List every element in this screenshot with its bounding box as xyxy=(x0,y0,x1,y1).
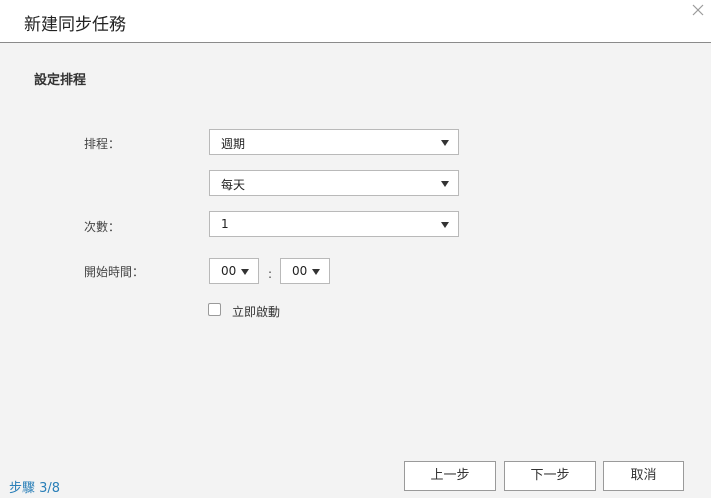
section-title: 設定排程 xyxy=(34,73,87,88)
time-separator: : xyxy=(268,267,273,281)
schedule-select[interactable]: 週期 xyxy=(209,129,459,155)
minute-select-value: 00 xyxy=(292,264,308,278)
cancel-button[interactable]: 取消 xyxy=(603,461,684,491)
schedule-select-value: 週期 xyxy=(221,137,246,151)
close-icon[interactable] xyxy=(691,2,705,16)
dropdown-arrow-icon xyxy=(441,181,449,187)
dropdown-arrow-icon xyxy=(312,269,320,275)
start-time-label: 開始時間： xyxy=(84,265,145,279)
next-button[interactable]: 下一步 xyxy=(504,461,596,491)
dropdown-arrow-icon xyxy=(441,140,449,146)
count-label: 次數： xyxy=(84,220,121,234)
frequency-select[interactable]: 每天 xyxy=(209,170,459,196)
minute-select[interactable]: 00 xyxy=(280,258,330,284)
frequency-select-value: 每天 xyxy=(221,178,246,192)
count-select[interactable]: 1 xyxy=(209,211,459,237)
dropdown-arrow-icon xyxy=(241,269,249,275)
start-now-checkbox[interactable] xyxy=(208,303,221,316)
dropdown-arrow-icon xyxy=(441,222,449,228)
schedule-label: 排程： xyxy=(84,137,121,151)
hour-select-value: 00 xyxy=(221,264,237,278)
hour-select[interactable]: 00 xyxy=(209,258,259,284)
dialog-titlebar: 新建同步任務 xyxy=(0,0,711,43)
dialog-title: 新建同步任務 xyxy=(24,15,126,35)
step-indicator: 步驟 3/8 xyxy=(9,481,61,496)
count-select-value: 1 xyxy=(221,217,229,231)
prev-button[interactable]: 上一步 xyxy=(404,461,496,491)
start-now-label: 立即啟動 xyxy=(232,305,281,319)
